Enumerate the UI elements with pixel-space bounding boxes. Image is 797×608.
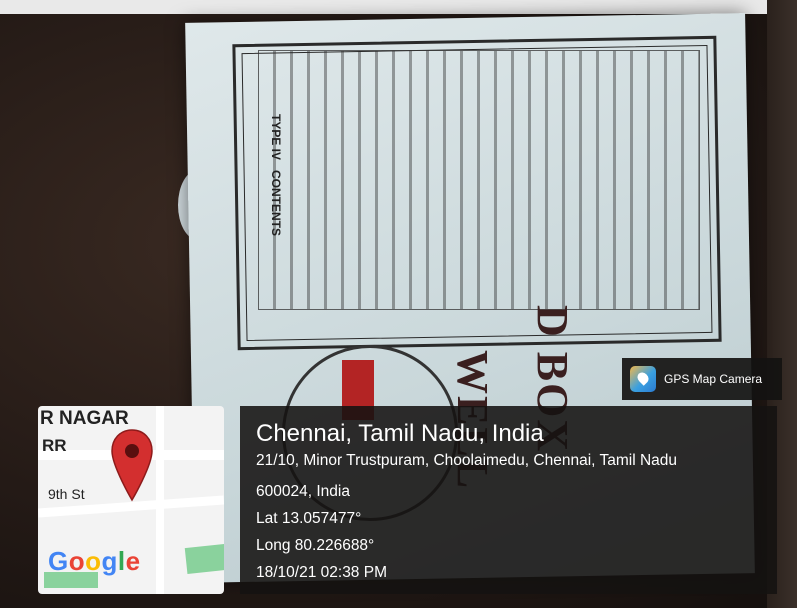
map-park-area [184,543,224,575]
box-type-title: TYPE IV CONTENTS [269,114,283,236]
map-thumbnail[interactable]: R NAGAR RR 9th St Google [38,406,224,594]
gps-map-camera-icon [630,366,656,392]
latitude-value: Lat 13.057477° [256,510,362,527]
box-type-text: TYPE IV [269,113,284,160]
map-area-name: NAGAR [59,408,129,429]
contents-table [258,50,700,310]
timestamp-value: 18/10/21 02:38 PM [256,564,387,581]
map-street-partial: RR [42,436,67,455]
address-line-2: 600024, India [256,483,350,500]
map-road-vertical [156,406,164,594]
map-pin-icon [111,429,153,502]
address-line-1: 21/10, Minor Trustpuram, Choolaimedu, Ch… [256,452,678,469]
google-logo: Google [48,546,141,576]
location-info-panel: Chennai, Tamil Nadu, India 21/10, Minor … [240,406,777,594]
place-name: Chennai, Tamil Nadu, India [256,420,544,447]
gps-map-camera-badge: GPS Map Camera [622,358,782,400]
longitude-value: Long 80.226688° [256,537,375,554]
box-heading-text: CONTENTS [269,170,284,237]
photo-top-edge [0,0,797,14]
map-area-label: R NAGAR [40,408,129,430]
map-area-prefix: R [40,408,54,429]
map-street-label: 9th St [48,486,85,502]
gps-app-name: GPS Map Camera [664,372,763,386]
